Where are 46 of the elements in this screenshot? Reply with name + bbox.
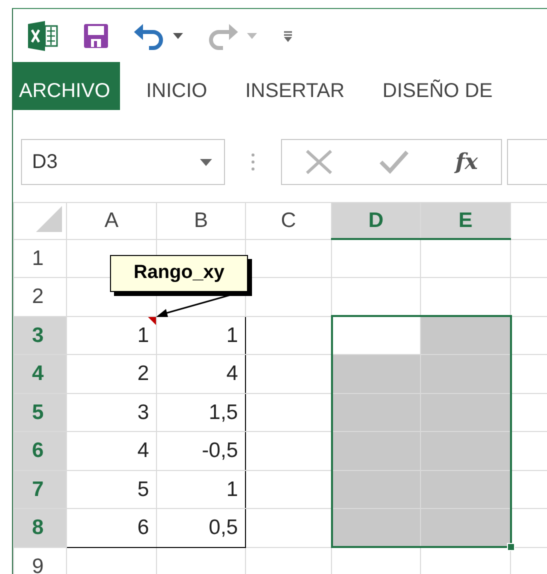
- column-header[interactable]: B: [156, 202, 246, 239]
- grip-icon: [251, 152, 255, 172]
- checkmark-icon[interactable]: [379, 150, 410, 174]
- cancel-icon[interactable]: [305, 149, 334, 175]
- row-header[interactable]: 6: [14, 432, 66, 470]
- row-header[interactable]: 5: [14, 393, 66, 432]
- table-cell: 1,5: [156, 393, 246, 432]
- table-cell: 4: [66, 432, 156, 470]
- undo-icon[interactable]: [133, 22, 165, 50]
- table-cell: 5: [66, 470, 156, 508]
- spreadsheet-logo-icon: [27, 20, 59, 52]
- row-header[interactable]: 8: [14, 508, 66, 547]
- table-cell: 3: [66, 393, 156, 432]
- formula-field[interactable]: [507, 139, 547, 185]
- row-header[interactable]: 2: [14, 278, 66, 316]
- customize-toolbar-icon[interactable]: [283, 30, 293, 42]
- column-header[interactable]: D: [332, 202, 420, 239]
- row-header[interactable]: 7: [14, 470, 66, 508]
- ribbon-tab[interactable]: DISEÑO DE: [368, 62, 507, 110]
- column-header[interactable]: E: [420, 202, 510, 239]
- table-cell: 2: [66, 354, 156, 393]
- caret-icon[interactable]: [173, 33, 183, 39]
- row-header[interactable]: 4: [14, 354, 66, 393]
- table-cell: -0,5: [156, 432, 246, 470]
- comment-indicator-icon: [148, 316, 156, 324]
- save-icon[interactable]: [83, 23, 109, 49]
- selected-cell[interactable]: [420, 316, 510, 354]
- select-all-icon[interactable]: [36, 206, 62, 232]
- column-header[interactable]: A: [66, 202, 156, 239]
- ribbon-tab[interactable]: INSERTAR: [231, 62, 359, 110]
- column-header[interactable]: C: [246, 202, 332, 239]
- table-cell: 1: [156, 470, 246, 508]
- row-header[interactable]: 9: [14, 547, 66, 574]
- table-cell: 0,5: [156, 508, 246, 547]
- insert-function-button[interactable]: fx: [455, 146, 478, 178]
- table-cell: 6: [66, 508, 156, 547]
- table-cell: 4: [156, 354, 246, 393]
- name-box[interactable]: D3: [21, 139, 225, 185]
- caret-icon[interactable]: [200, 158, 212, 166]
- fill-handle[interactable]: [506, 543, 514, 551]
- row-header[interactable]: 3: [14, 316, 66, 354]
- file-tab[interactable]: ARCHIVO: [13, 62, 120, 110]
- row-header[interactable]: 1: [14, 239, 66, 278]
- redo-icon[interactable]: [207, 22, 239, 50]
- table-cell: 1: [66, 316, 156, 354]
- ribbon-tab[interactable]: INICIO: [132, 62, 222, 110]
